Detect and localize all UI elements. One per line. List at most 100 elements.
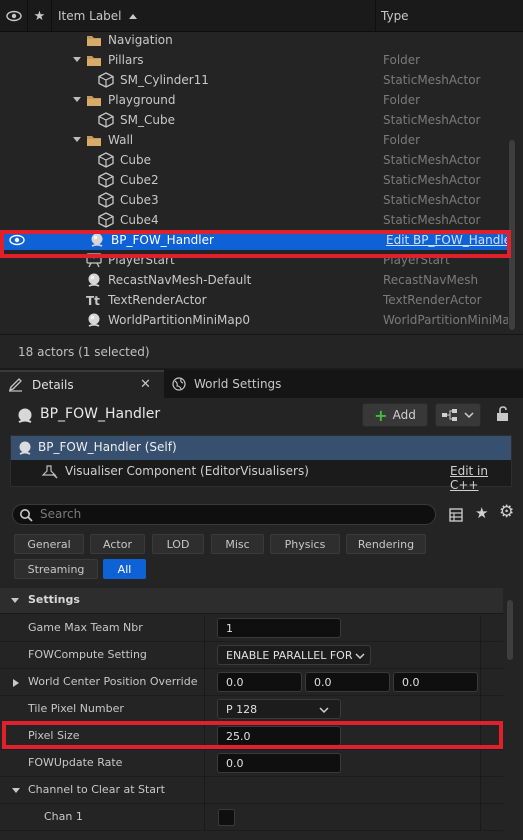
folder-icon — [86, 132, 102, 148]
folder-icon — [86, 52, 102, 68]
outliner-row-label: SM_Cube — [120, 113, 175, 127]
outliner-row[interactable]: Cube StaticMeshActor — [0, 150, 510, 170]
visibility-column-header[interactable] — [0, 0, 28, 32]
outliner-header: ★ Item Label Type — [0, 0, 523, 32]
actor-sphere-icon — [18, 408, 32, 423]
actor-sphere-icon — [86, 312, 102, 328]
tile-pixel-number-dropdown[interactable]: P 128 — [217, 699, 341, 719]
blueprint-options-button[interactable] — [435, 403, 481, 427]
static-mesh-icon — [98, 112, 114, 128]
table-view-icon[interactable] — [449, 508, 463, 522]
chevron-down-icon[interactable] — [72, 96, 82, 104]
fow-update-rate-input[interactable]: 0.0 — [217, 753, 341, 773]
component-self-label: BP_FOW_Handler (Self) — [38, 440, 177, 454]
outliner-row-label: Playground — [108, 93, 176, 107]
type-column-header[interactable]: Type — [376, 0, 523, 32]
filter-chip[interactable]: LOD — [152, 534, 204, 554]
outliner-row[interactable]: Tt TextRenderActor TextRenderActor — [0, 290, 510, 310]
actor-sphere-icon — [19, 441, 31, 455]
property-row-fow-update-rate: FOWUpdate Rate 0.0 — [0, 750, 503, 777]
outliner-row-label: Wall — [108, 133, 134, 147]
settings-gear-icon[interactable]: ⚙ — [499, 502, 514, 522]
outliner-row[interactable]: RecastNavMesh-Default RecastNavMesh — [0, 270, 510, 290]
outliner-row[interactable]: Wall Folder — [0, 130, 510, 150]
pencil-icon — [8, 378, 22, 392]
scene-outliner: ★ Item Label Type Navigation Pillars Folde… — [0, 0, 523, 368]
filter-chip[interactable]: All — [103, 559, 146, 579]
details-scrollbar[interactable] — [507, 600, 513, 660]
tab-details[interactable]: Details ✕ — [0, 370, 164, 398]
chevron-down-icon[interactable] — [72, 136, 82, 144]
outliner-row[interactable]: Cube3 StaticMeshActor — [0, 190, 510, 210]
close-tab-icon[interactable]: ✕ — [140, 377, 151, 392]
game-max-team-nbr-input[interactable]: 1 — [217, 618, 341, 638]
world-center-y-input[interactable]: 0.0 — [305, 672, 390, 692]
outliner-row-label: SM_Cylinder11 — [120, 73, 209, 87]
property-row-tile-pixel-number: Tile Pixel Number P 128 — [0, 696, 503, 723]
edit-in-cpp-link[interactable]: Edit in C++ — [450, 464, 511, 492]
plus-icon: + — [374, 405, 388, 425]
outliner-row-type: Folder — [383, 93, 421, 107]
outliner-row[interactable]: Pillars Folder — [0, 50, 510, 70]
static-mesh-icon — [98, 212, 114, 228]
sort-ascending-icon — [128, 14, 137, 19]
outliner-row[interactable]: SM_Cylinder11 StaticMeshActor — [0, 70, 510, 90]
outliner-row-type: Folder — [383, 53, 421, 67]
fow-compute-setting-dropdown[interactable]: ENABLE PARALLEL FOR — [217, 645, 371, 665]
outliner-row-label: Cube2 — [120, 173, 159, 187]
world-center-x-input[interactable]: 0.0 — [217, 672, 302, 692]
component-visualiser-item[interactable]: Visualiser Component (EditorVisualisers)… — [11, 460, 511, 492]
chan1-checkbox[interactable] — [218, 809, 235, 826]
world-center-z-input[interactable]: 0.0 — [393, 672, 478, 692]
outliner-row-label: Cube4 — [120, 213, 159, 227]
settings-section-header[interactable]: Settings — [0, 588, 503, 614]
component-self-item[interactable]: BP_FOW_Handler (Self) — [11, 436, 511, 460]
property-label: FOWCompute Setting — [28, 648, 147, 661]
outliner-row-label: RecastNavMesh-Default — [108, 273, 252, 287]
outliner-row-label: Pillars — [108, 53, 144, 67]
outliner-row[interactable]: SM_Cube StaticMeshActor — [0, 110, 510, 130]
outliner-row[interactable]: Navigation — [0, 30, 510, 50]
chevron-down-icon — [355, 653, 365, 660]
filter-chip[interactable]: Rendering — [346, 534, 426, 554]
filter-chip[interactable]: General — [14, 534, 84, 554]
outliner-row[interactable]: Cube4 StaticMeshActor — [0, 210, 510, 230]
outliner-row-type: StaticMeshActor — [383, 153, 481, 167]
unlock-icon[interactable] — [496, 406, 510, 422]
details-search-input[interactable]: Search — [12, 504, 436, 525]
outliner-row[interactable]: Cube2 StaticMeshActor — [0, 170, 510, 190]
outliner-row[interactable]: Playground Folder — [0, 90, 510, 110]
chevron-down-icon[interactable] — [72, 56, 82, 64]
tab-world-settings[interactable]: World Settings — [164, 370, 294, 398]
svg-text:Tt: Tt — [86, 294, 100, 308]
chevron-down-icon — [464, 412, 474, 419]
property-label: Game Max Team Nbr — [28, 621, 143, 634]
outliner-row[interactable]: WorldPartitionMiniMap0 WorldPartitionMini… — [0, 310, 510, 330]
component-visualiser-label: Visualiser Component (EditorVisualisers) — [65, 464, 309, 478]
tab-world-settings-label: World Settings — [194, 377, 282, 391]
add-component-button[interactable]: + Add — [362, 403, 428, 427]
filter-chip[interactable]: Physics — [270, 534, 340, 554]
outliner-row-type: StaticMeshActor — [383, 213, 481, 227]
outliner-row-label: WorldPartitionMiniMap0 — [108, 313, 250, 327]
tab-details-label: Details — [32, 378, 74, 392]
actor-sphere-icon — [86, 272, 102, 288]
selected-row-highlight — [0, 230, 511, 258]
component-icon — [41, 465, 58, 479]
filter-chip[interactable]: Actor — [90, 534, 145, 554]
folder-icon — [86, 92, 102, 108]
filter-chip[interactable]: Misc — [211, 534, 264, 554]
chevron-right-icon[interactable] — [12, 678, 20, 688]
property-row-channel-to-clear: Channel to Clear at Start — [0, 777, 503, 804]
filter-chip[interactable]: Streaming — [14, 559, 98, 579]
property-row-game-max-team-nbr: Game Max Team Nbr 1 — [0, 615, 503, 642]
outliner-row-type: TextRenderActor — [383, 293, 482, 307]
outliner-row-type: StaticMeshActor — [383, 173, 481, 187]
static-mesh-icon — [98, 192, 114, 208]
favorites-star-icon[interactable]: ★ — [475, 504, 488, 522]
property-row-chan1: Chan 1 — [0, 804, 503, 831]
item-label-column-header[interactable]: Item Label — [52, 0, 376, 32]
outliner-row-type: RecastNavMesh — [383, 273, 479, 287]
pin-column-header[interactable]: ★ — [28, 0, 52, 32]
chevron-down-icon[interactable] — [11, 787, 21, 795]
